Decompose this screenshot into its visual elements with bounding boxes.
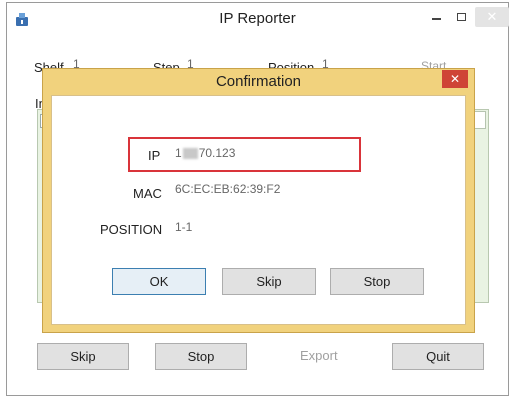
dialog-close-icon[interactable]: ✕: [442, 70, 468, 88]
maximize-icon[interactable]: [448, 7, 474, 27]
dialog-content: IP 1 70.123 MAC 6C:EC:EB:62:39:F2 POSITIO…: [51, 95, 466, 325]
ok-button[interactable]: OK: [112, 268, 206, 295]
redaction-mark: [182, 148, 198, 160]
mac-value: 6C:EC:EB:62:39:F2: [175, 182, 281, 196]
mac-label: MAC: [133, 186, 162, 201]
stop-button[interactable]: Stop: [155, 343, 247, 370]
ip-highlight-box: [128, 137, 361, 172]
export-button[interactable]: Export: [300, 348, 338, 363]
quit-button[interactable]: Quit: [392, 343, 484, 370]
title-bar: IP Reporter ✕: [7, 3, 509, 35]
dialog-stop-button[interactable]: Stop: [330, 268, 424, 295]
skip-button[interactable]: Skip: [37, 343, 129, 370]
dialog-title: Confirmation: [215, 73, 302, 90]
close-icon[interactable]: ✕: [475, 7, 509, 27]
confirmation-dialog: Confirmation ✕ IP 1 70.123 MAC 6C:EC:EB:6…: [42, 68, 475, 333]
position-field-value: 1-1: [175, 220, 193, 234]
dialog-skip-button[interactable]: Skip: [222, 268, 316, 295]
ip-value: 1 70.123: [175, 146, 236, 160]
position-field-label: POSITION: [100, 222, 163, 237]
minimize-icon[interactable]: [423, 7, 449, 27]
ip-label: IP: [148, 148, 161, 163]
